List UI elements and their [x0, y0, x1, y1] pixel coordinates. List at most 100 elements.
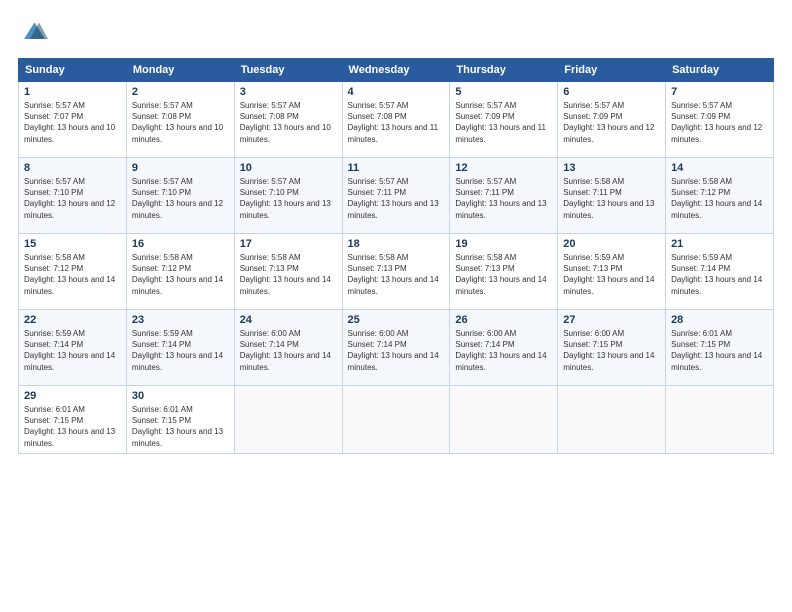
day-number: 28: [671, 314, 768, 326]
day-number: 25: [348, 314, 445, 326]
day-info: Sunrise: 5:57 AM Sunset: 7:11 PM Dayligh…: [348, 176, 445, 221]
day-number: 2: [132, 86, 229, 98]
calendar-table: SundayMondayTuesdayWednesdayThursdayFrid…: [18, 58, 774, 454]
week-row-3: 15 Sunrise: 5:58 AM Sunset: 7:12 PM Dayl…: [19, 234, 774, 310]
col-header-friday: Friday: [558, 59, 666, 82]
day-info: Sunrise: 6:00 AM Sunset: 7:14 PM Dayligh…: [348, 328, 445, 373]
day-info: Sunrise: 5:57 AM Sunset: 7:09 PM Dayligh…: [455, 100, 552, 145]
day-number: 8: [24, 162, 121, 174]
day-cell: 24 Sunrise: 6:00 AM Sunset: 7:14 PM Dayl…: [234, 310, 342, 386]
day-info: Sunrise: 5:59 AM Sunset: 7:14 PM Dayligh…: [24, 328, 121, 373]
day-number: 10: [240, 162, 337, 174]
col-header-monday: Monday: [126, 59, 234, 82]
day-cell: 29 Sunrise: 6:01 AM Sunset: 7:15 PM Dayl…: [19, 386, 127, 454]
day-info: Sunrise: 6:00 AM Sunset: 7:14 PM Dayligh…: [240, 328, 337, 373]
day-number: 5: [455, 86, 552, 98]
day-cell: [450, 386, 558, 454]
day-info: Sunrise: 5:58 AM Sunset: 7:12 PM Dayligh…: [132, 252, 229, 297]
day-info: Sunrise: 5:58 AM Sunset: 7:11 PM Dayligh…: [563, 176, 660, 221]
day-cell: 14 Sunrise: 5:58 AM Sunset: 7:12 PM Dayl…: [666, 158, 774, 234]
logo-icon: [18, 18, 48, 48]
day-info: Sunrise: 6:01 AM Sunset: 7:15 PM Dayligh…: [671, 328, 768, 373]
day-info: Sunrise: 5:58 AM Sunset: 7:13 PM Dayligh…: [348, 252, 445, 297]
day-cell: 21 Sunrise: 5:59 AM Sunset: 7:14 PM Dayl…: [666, 234, 774, 310]
day-cell: 30 Sunrise: 6:01 AM Sunset: 7:15 PM Dayl…: [126, 386, 234, 454]
day-cell: 4 Sunrise: 5:57 AM Sunset: 7:08 PM Dayli…: [342, 82, 450, 158]
page: SundayMondayTuesdayWednesdayThursdayFrid…: [0, 0, 792, 612]
day-info: Sunrise: 5:57 AM Sunset: 7:07 PM Dayligh…: [24, 100, 121, 145]
day-number: 19: [455, 238, 552, 250]
week-row-5: 29 Sunrise: 6:01 AM Sunset: 7:15 PM Dayl…: [19, 386, 774, 454]
day-number: 17: [240, 238, 337, 250]
header: [18, 18, 774, 48]
col-header-sunday: Sunday: [19, 59, 127, 82]
day-cell: 25 Sunrise: 6:00 AM Sunset: 7:14 PM Dayl…: [342, 310, 450, 386]
day-number: 9: [132, 162, 229, 174]
day-number: 6: [563, 86, 660, 98]
day-number: 18: [348, 238, 445, 250]
day-info: Sunrise: 5:59 AM Sunset: 7:14 PM Dayligh…: [132, 328, 229, 373]
day-cell: 26 Sunrise: 6:00 AM Sunset: 7:14 PM Dayl…: [450, 310, 558, 386]
day-cell: 2 Sunrise: 5:57 AM Sunset: 7:08 PM Dayli…: [126, 82, 234, 158]
col-header-tuesday: Tuesday: [234, 59, 342, 82]
day-cell: 19 Sunrise: 5:58 AM Sunset: 7:13 PM Dayl…: [450, 234, 558, 310]
day-info: Sunrise: 5:57 AM Sunset: 7:10 PM Dayligh…: [132, 176, 229, 221]
day-cell: 6 Sunrise: 5:57 AM Sunset: 7:09 PM Dayli…: [558, 82, 666, 158]
day-number: 7: [671, 86, 768, 98]
day-number: 16: [132, 238, 229, 250]
day-info: Sunrise: 5:58 AM Sunset: 7:13 PM Dayligh…: [455, 252, 552, 297]
day-info: Sunrise: 5:58 AM Sunset: 7:12 PM Dayligh…: [24, 252, 121, 297]
day-number: 14: [671, 162, 768, 174]
day-number: 11: [348, 162, 445, 174]
day-cell: 10 Sunrise: 5:57 AM Sunset: 7:10 PM Dayl…: [234, 158, 342, 234]
day-number: 3: [240, 86, 337, 98]
week-row-1: 1 Sunrise: 5:57 AM Sunset: 7:07 PM Dayli…: [19, 82, 774, 158]
day-info: Sunrise: 5:57 AM Sunset: 7:10 PM Dayligh…: [240, 176, 337, 221]
day-cell: 9 Sunrise: 5:57 AM Sunset: 7:10 PM Dayli…: [126, 158, 234, 234]
day-cell: 22 Sunrise: 5:59 AM Sunset: 7:14 PM Dayl…: [19, 310, 127, 386]
day-cell: 16 Sunrise: 5:58 AM Sunset: 7:12 PM Dayl…: [126, 234, 234, 310]
day-info: Sunrise: 6:01 AM Sunset: 7:15 PM Dayligh…: [132, 404, 229, 449]
day-cell: 8 Sunrise: 5:57 AM Sunset: 7:10 PM Dayli…: [19, 158, 127, 234]
day-cell: 17 Sunrise: 5:58 AM Sunset: 7:13 PM Dayl…: [234, 234, 342, 310]
day-number: 12: [455, 162, 552, 174]
day-cell: [342, 386, 450, 454]
col-header-wednesday: Wednesday: [342, 59, 450, 82]
day-cell: 27 Sunrise: 6:00 AM Sunset: 7:15 PM Dayl…: [558, 310, 666, 386]
day-number: 13: [563, 162, 660, 174]
day-cell: 28 Sunrise: 6:01 AM Sunset: 7:15 PM Dayl…: [666, 310, 774, 386]
day-info: Sunrise: 5:57 AM Sunset: 7:09 PM Dayligh…: [563, 100, 660, 145]
day-number: 30: [132, 390, 229, 402]
week-row-4: 22 Sunrise: 5:59 AM Sunset: 7:14 PM Dayl…: [19, 310, 774, 386]
day-cell: 18 Sunrise: 5:58 AM Sunset: 7:13 PM Dayl…: [342, 234, 450, 310]
col-header-thursday: Thursday: [450, 59, 558, 82]
col-header-saturday: Saturday: [666, 59, 774, 82]
day-number: 27: [563, 314, 660, 326]
day-cell: 3 Sunrise: 5:57 AM Sunset: 7:08 PM Dayli…: [234, 82, 342, 158]
day-cell: 15 Sunrise: 5:58 AM Sunset: 7:12 PM Dayl…: [19, 234, 127, 310]
day-number: 21: [671, 238, 768, 250]
day-cell: 7 Sunrise: 5:57 AM Sunset: 7:09 PM Dayli…: [666, 82, 774, 158]
day-cell: 5 Sunrise: 5:57 AM Sunset: 7:09 PM Dayli…: [450, 82, 558, 158]
day-info: Sunrise: 5:58 AM Sunset: 7:13 PM Dayligh…: [240, 252, 337, 297]
logo: [18, 18, 52, 48]
day-info: Sunrise: 5:57 AM Sunset: 7:11 PM Dayligh…: [455, 176, 552, 221]
day-cell: 23 Sunrise: 5:59 AM Sunset: 7:14 PM Dayl…: [126, 310, 234, 386]
day-info: Sunrise: 5:59 AM Sunset: 7:14 PM Dayligh…: [671, 252, 768, 297]
day-info: Sunrise: 5:57 AM Sunset: 7:08 PM Dayligh…: [240, 100, 337, 145]
day-cell: 20 Sunrise: 5:59 AM Sunset: 7:13 PM Dayl…: [558, 234, 666, 310]
day-info: Sunrise: 6:00 AM Sunset: 7:14 PM Dayligh…: [455, 328, 552, 373]
day-info: Sunrise: 5:57 AM Sunset: 7:10 PM Dayligh…: [24, 176, 121, 221]
day-number: 23: [132, 314, 229, 326]
day-number: 29: [24, 390, 121, 402]
day-number: 26: [455, 314, 552, 326]
day-cell: 12 Sunrise: 5:57 AM Sunset: 7:11 PM Dayl…: [450, 158, 558, 234]
day-info: Sunrise: 5:58 AM Sunset: 7:12 PM Dayligh…: [671, 176, 768, 221]
day-info: Sunrise: 6:00 AM Sunset: 7:15 PM Dayligh…: [563, 328, 660, 373]
day-number: 22: [24, 314, 121, 326]
day-info: Sunrise: 5:57 AM Sunset: 7:08 PM Dayligh…: [348, 100, 445, 145]
day-info: Sunrise: 5:57 AM Sunset: 7:09 PM Dayligh…: [671, 100, 768, 145]
day-cell: [666, 386, 774, 454]
day-cell: 1 Sunrise: 5:57 AM Sunset: 7:07 PM Dayli…: [19, 82, 127, 158]
day-cell: 11 Sunrise: 5:57 AM Sunset: 7:11 PM Dayl…: [342, 158, 450, 234]
